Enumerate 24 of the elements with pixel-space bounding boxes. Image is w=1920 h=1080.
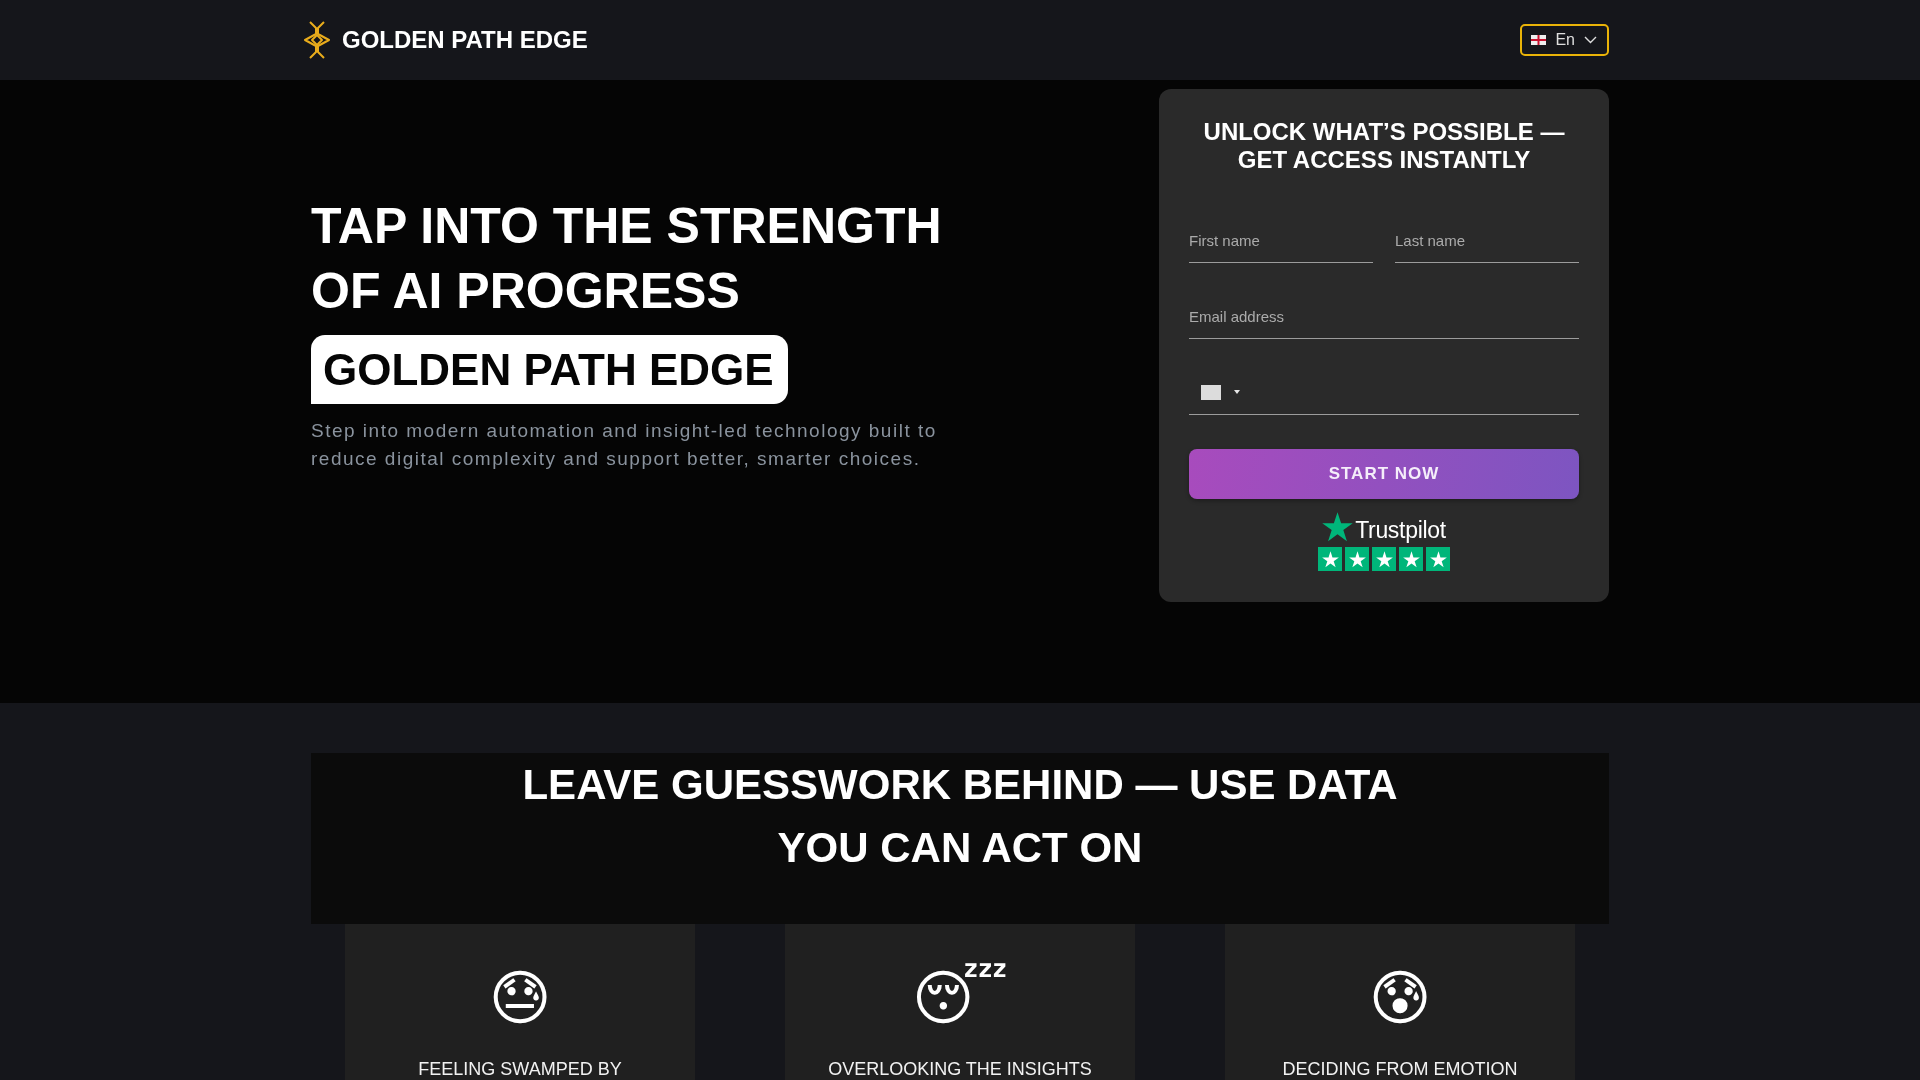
logo-icon bbox=[302, 21, 332, 59]
flag-placeholder-icon bbox=[1201, 384, 1221, 400]
flag-icon bbox=[1531, 35, 1547, 45]
start-button[interactable]: START NOW bbox=[1189, 449, 1579, 499]
hero-title: TAP INTO THE STRENGTH OF AI PROGRESS bbox=[311, 197, 943, 321]
card-title: OVERLOOKING THE INSIGHTS bbox=[827, 1058, 1093, 1080]
email-field[interactable]: Email address bbox=[1189, 294, 1579, 339]
language-selector[interactable]: En bbox=[1520, 24, 1609, 56]
hero-description: Step into modern automation and insight-led technology built to reduce digital complexity and support better, smarter choices. bbox=[311, 419, 938, 471]
star-icon bbox=[1322, 512, 1354, 542]
form-title: UNLOCK WHAT’S POSSIBLE — GET ACCESS INSTANTLY bbox=[1202, 118, 1566, 174]
chevron-down-icon bbox=[1584, 36, 1597, 44]
name-field[interactable]: First name bbox=[1189, 218, 1373, 263]
brand-name: GOLDEN PATH EDGE bbox=[342, 26, 588, 54]
sweating-face-icon: 😓 bbox=[484, 960, 556, 1036]
highlight-title: GOLDEN PATH EDGE bbox=[311, 335, 788, 404]
card-title: FEELING SWAMPED BY bbox=[417, 1058, 623, 1080]
section-title: LEAVE GUESSWORK BEHIND — USE DATA YOU CAN ACT ON bbox=[521, 760, 1399, 873]
name-field[interactable]: Last name bbox=[1395, 218, 1579, 263]
anxious-face-icon: 😰 bbox=[1364, 960, 1436, 1036]
caret-icon bbox=[1234, 390, 1240, 394]
review-site-name: Trustpilot bbox=[1355, 518, 1446, 542]
card-title: DECIDING FROM EMOTION bbox=[1281, 1058, 1519, 1080]
sleeping-face-icon: 😴 bbox=[907, 960, 1013, 1036]
